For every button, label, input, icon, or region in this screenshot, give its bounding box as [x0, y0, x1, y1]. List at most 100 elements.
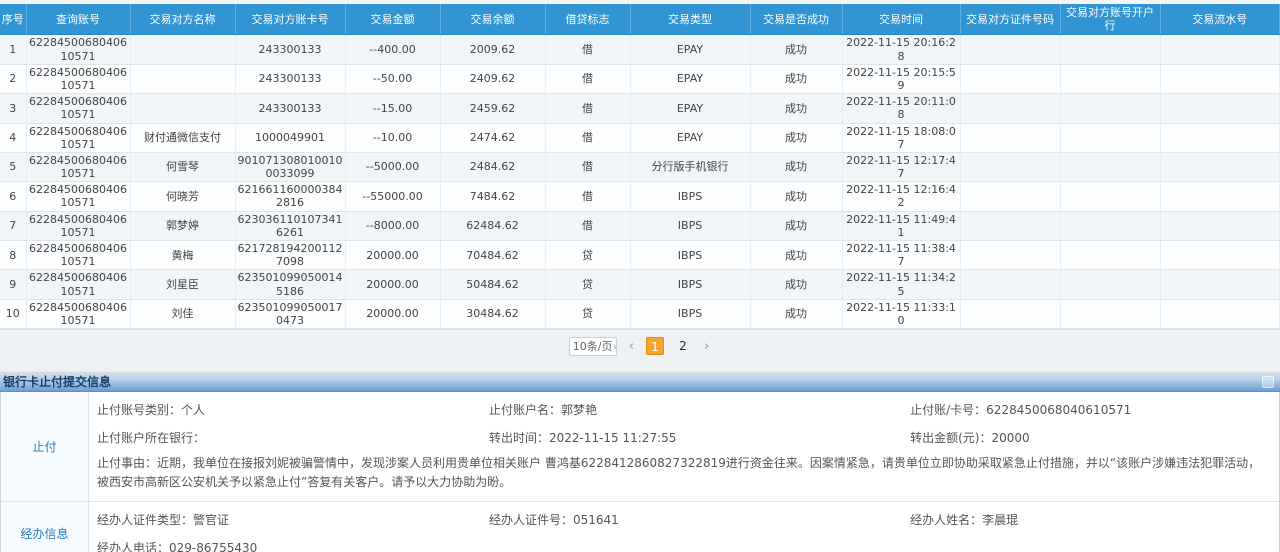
table-cell: 6228450068040610571	[26, 211, 130, 240]
table-cell	[960, 299, 1060, 328]
page-button-1[interactable]: 1	[646, 337, 664, 355]
page-button-2[interactable]: 2	[674, 337, 692, 355]
table-cell: 2474.62	[440, 123, 545, 152]
stop-card-number-field: 止付账/卡号：6228450068040610571	[910, 401, 1267, 418]
table-cell: 贷	[545, 241, 630, 270]
stop-payment-group-label: 止付	[1, 392, 89, 501]
stop-account-name-field: 止付账户名：郭梦艳	[489, 401, 910, 418]
transaction-table-header-row: 序号查询账号交易对方名称交易对方账卡号交易金额交易余额借贷标志交易类型交易是否成…	[0, 4, 1280, 35]
table-cell: 2022-11-15 11:34:25	[842, 270, 960, 299]
column-header: 交易对方名称	[130, 4, 235, 35]
collapse-icon[interactable]	[1262, 376, 1274, 388]
table-cell: 成功	[750, 270, 842, 299]
table-cell	[1160, 64, 1280, 93]
table-row[interactable]: 96228450068040610571刘星臣62350109905001451…	[0, 270, 1280, 299]
table-cell: 成功	[750, 123, 842, 152]
table-row[interactable]: 86228450068040610571黄梅621728194200112709…	[0, 241, 1280, 270]
stop-payment-panel: 止付 止付账号类别：个人 止付账户名：郭梦艳 止付账/卡号：6228450068…	[0, 392, 1280, 552]
table-row[interactable]: 106228450068040610571刘佳62350109905001704…	[0, 299, 1280, 328]
table-cell: 6228450068040610571	[26, 241, 130, 270]
column-header: 交易对方账卡号	[235, 4, 345, 35]
table-row[interactable]: 26228450068040610571243300133--50.002409…	[0, 64, 1280, 93]
table-cell: 6228450068040610571	[26, 35, 130, 64]
handler-info-group-label: 经办信息	[1, 502, 89, 552]
table-cell: --15.00	[345, 94, 440, 123]
table-row[interactable]: 76228450068040610571郭梦婷62303611010734162…	[0, 211, 1280, 240]
table-cell: 20000.00	[345, 270, 440, 299]
table-cell: 6228450068040610571	[26, 299, 130, 328]
table-cell: 243300133	[235, 64, 345, 93]
table-cell: 贷	[545, 270, 630, 299]
table-cell: 借	[545, 35, 630, 64]
table-cell: 6228450068040610571	[26, 152, 130, 181]
table-cell	[960, 270, 1060, 299]
table-cell	[130, 35, 235, 64]
table-cell: 财付通微信支付	[130, 123, 235, 152]
table-cell: 6228450068040610571	[26, 182, 130, 211]
table-cell: 7484.62	[440, 182, 545, 211]
handler-empty-field	[489, 539, 910, 552]
column-header: 交易对方证件号码	[960, 4, 1060, 35]
column-header: 序号	[0, 4, 26, 35]
stop-payment-section-title: 银行卡止付提交信息	[3, 373, 111, 390]
column-header: 借贷标志	[545, 4, 630, 35]
table-cell: 2022-11-15 11:49:41	[842, 211, 960, 240]
table-cell: IBPS	[630, 241, 750, 270]
table-cell	[1160, 152, 1280, 181]
table-cell: 刘星臣	[130, 270, 235, 299]
table-cell: 50484.62	[440, 270, 545, 299]
table-cell: 贷	[545, 299, 630, 328]
table-cell: 70484.62	[440, 241, 545, 270]
table-row[interactable]: 66228450068040610571何晓芳62166116000038428…	[0, 182, 1280, 211]
table-cell: 郭梦婷	[130, 211, 235, 240]
prev-page-button[interactable]: ‹	[627, 340, 636, 353]
page-size-select[interactable]: 10条/页 ∨	[569, 337, 617, 356]
table-cell: EPAY	[630, 94, 750, 123]
table-cell: 6	[0, 182, 26, 211]
handler-id-type-field: 经办人证件类型：警官证	[97, 511, 489, 528]
column-header: 交易金额	[345, 4, 440, 35]
table-cell	[1160, 35, 1280, 64]
table-row[interactable]: 16228450068040610571243300133--400.00200…	[0, 35, 1280, 64]
table-cell	[1060, 270, 1160, 299]
table-cell: --5000.00	[345, 152, 440, 181]
table-cell: 4	[0, 123, 26, 152]
table-cell: 2459.62	[440, 94, 545, 123]
table-cell	[1160, 270, 1280, 299]
table-cell: 6228450068040610571	[26, 270, 130, 299]
table-cell	[130, 94, 235, 123]
table-row[interactable]: 46228450068040610571财付通微信支付1000049901--1…	[0, 123, 1280, 152]
table-cell: 8	[0, 241, 26, 270]
table-cell: 借	[545, 182, 630, 211]
table-cell	[1060, 299, 1160, 328]
column-header: 交易对方账号开户行	[1060, 4, 1160, 35]
next-page-button[interactable]: ›	[702, 340, 711, 353]
table-cell: --55000.00	[345, 182, 440, 211]
table-cell: 借	[545, 152, 630, 181]
stop-payment-section-header: 银行卡止付提交信息	[0, 371, 1280, 392]
table-cell: 2022-11-15 18:08:07	[842, 123, 960, 152]
column-header: 交易流水号	[1160, 4, 1280, 35]
column-header: 交易时间	[842, 4, 960, 35]
table-row[interactable]: 56228450068040610571何雪琴90107130801001000…	[0, 152, 1280, 181]
table-cell: 9	[0, 270, 26, 299]
transaction-table: 序号查询账号交易对方名称交易对方账卡号交易金额交易余额借贷标志交易类型交易是否成…	[0, 4, 1280, 329]
table-cell	[1060, 211, 1160, 240]
table-cell: 6228450068040610571	[26, 94, 130, 123]
table-cell: 2022-11-15 20:16:28	[842, 35, 960, 64]
table-cell: 成功	[750, 152, 842, 181]
table-cell: 2022-11-15 20:15:59	[842, 64, 960, 93]
table-cell: 5	[0, 152, 26, 181]
handler-id-number-field: 经办人证件号：051641	[489, 511, 910, 528]
pagination-bar: 10条/页 ∨ ‹ 1 2 ›	[0, 332, 1280, 360]
table-cell: 借	[545, 211, 630, 240]
table-cell: 10	[0, 299, 26, 328]
table-cell	[1060, 152, 1160, 181]
table-row[interactable]: 36228450068040610571243300133--15.002459…	[0, 94, 1280, 123]
table-cell: 6216611600003842816	[235, 182, 345, 211]
transfer-out-amount-field: 转出金额(元)：20000	[910, 429, 1267, 446]
table-cell	[1160, 94, 1280, 123]
table-cell	[960, 123, 1060, 152]
table-cell: IBPS	[630, 211, 750, 240]
table-cell: 20000.00	[345, 241, 440, 270]
